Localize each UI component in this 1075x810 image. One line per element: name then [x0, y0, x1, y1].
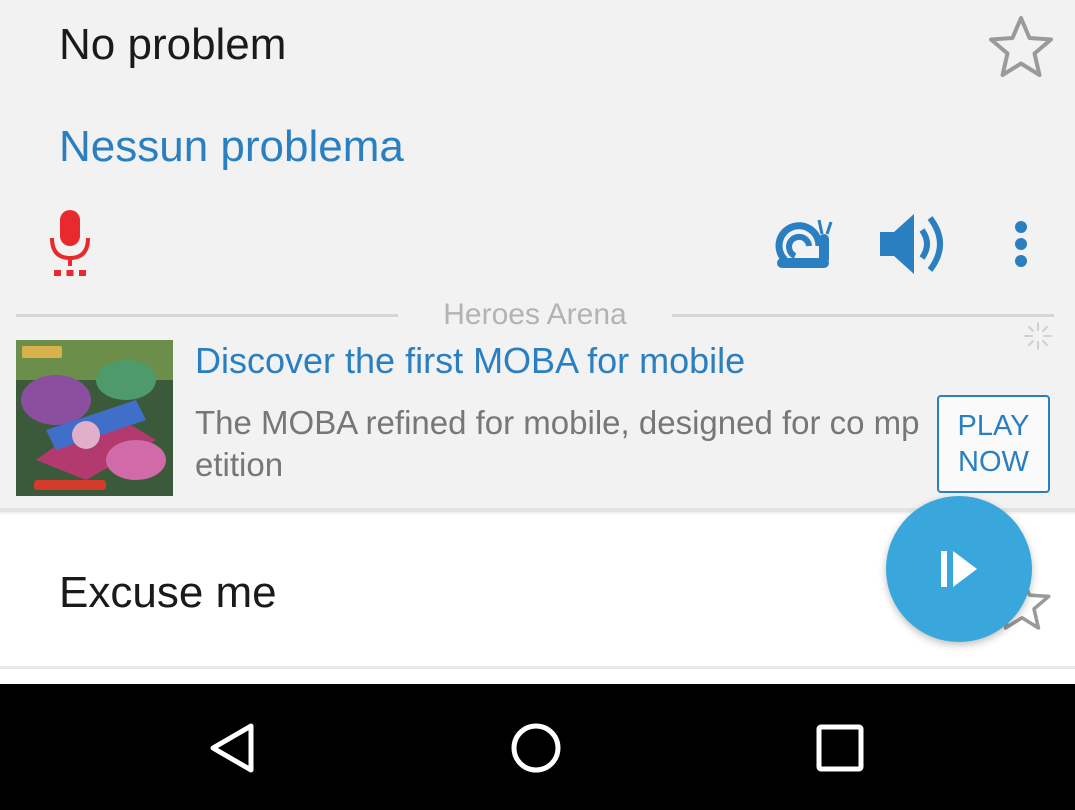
ad-divider-right: [672, 314, 1054, 317]
back-icon[interactable]: [203, 718, 263, 778]
snail-icon[interactable]: [775, 216, 835, 272]
ad-play-now-button[interactable]: PLAY NOW: [937, 395, 1050, 493]
ad-cta-line1: PLAY: [957, 410, 1030, 442]
home-icon[interactable]: [506, 718, 566, 778]
translated-phrase: Nessun problema: [59, 122, 404, 171]
ad-divider-left: [16, 314, 398, 317]
phrase-list-item-text: Excuse me: [59, 568, 277, 617]
play-all-button[interactable]: [886, 496, 1032, 642]
microphone-icon[interactable]: [46, 208, 94, 280]
ad-choices-icon[interactable]: [1022, 320, 1054, 352]
ad-title-link[interactable]: Discover the first MOBA for mobile: [195, 340, 745, 382]
ad-cta-line2: NOW: [958, 446, 1029, 478]
play-icon: [941, 551, 977, 587]
recents-icon[interactable]: [810, 718, 870, 778]
source-phrase: No problem: [59, 20, 287, 69]
ad-game-image[interactable]: [16, 340, 173, 496]
star-outline-icon[interactable]: [985, 12, 1057, 84]
ad-description: The MOBA refined for mobile, designed fo…: [195, 404, 920, 483]
phrase-card: No problem Nessun problema Heroes Arena: [0, 0, 1075, 508]
ad-brand-label: Heroes Arena: [443, 298, 627, 331]
list-bottom-area: [0, 669, 1075, 684]
speaker-icon[interactable]: [878, 210, 950, 278]
system-navigation-bar: [0, 684, 1075, 810]
more-vertical-icon[interactable]: [1005, 220, 1037, 268]
